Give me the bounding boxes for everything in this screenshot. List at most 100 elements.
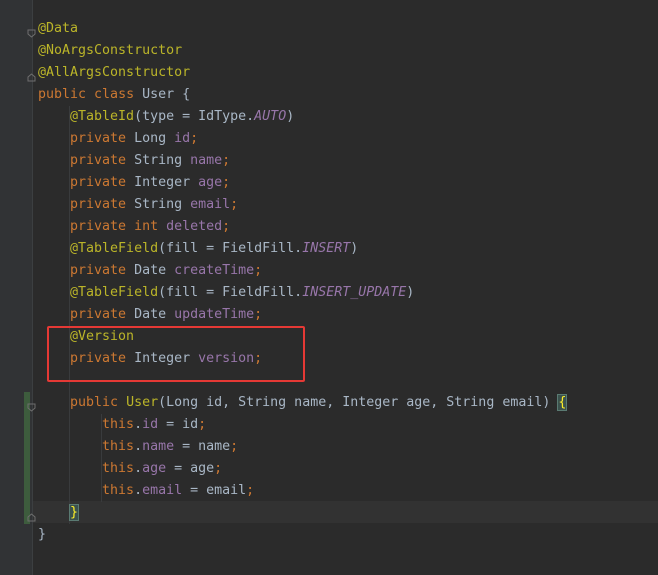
code-line[interactable]: public class User { [38,84,190,106]
code-token: Date [134,263,175,278]
code-token: @NoArgsConstructor [38,43,183,58]
code-token: private [38,219,135,234]
code-token: Long [134,131,175,146]
code-token: User [126,395,159,410]
code-token: ; [190,131,199,146]
code-token: User { [142,87,191,102]
code-token: = email [182,483,247,498]
code-token: deleted [166,219,223,234]
code-token: ; [222,175,231,190]
code-token: @TableField [38,285,159,300]
code-token: name [142,439,175,454]
code-line[interactable]: } [38,524,46,546]
code-line[interactable]: @NoArgsConstructor [38,40,182,62]
fold-icon[interactable] [27,399,36,412]
code-token: INSERT [302,241,351,256]
code-token: private [38,263,135,278]
code-token: this [38,461,135,476]
code-line[interactable]: private String email; [38,194,238,216]
code-line[interactable]: private Long id; [38,128,198,150]
code-line[interactable]: @AllArgsConstructor [38,62,190,84]
code-token: ; [214,461,223,476]
code-token: @AllArgsConstructor [38,65,191,80]
code-token: . [134,483,143,498]
code-token: ; [222,219,231,234]
code-token: . [134,461,143,476]
code-token: this [38,417,135,432]
code-token: id [142,417,159,432]
code-line[interactable]: @TableId(type = IdType.AUTO) [38,106,294,128]
code-token: = age [166,461,215,476]
code-token: private [38,153,135,168]
code-token: (fill = FieldFill. [158,285,303,300]
code-token: ; [222,153,231,168]
code-line[interactable]: private Integer age; [38,172,230,194]
fold-icon[interactable] [27,69,36,82]
code-line[interactable]: private Date updateTime; [38,304,262,326]
code-token: = id [158,417,199,432]
code-token: ) [350,241,359,256]
code-token: this [38,439,135,454]
code-token: age [142,461,167,476]
code-token: String [134,153,191,168]
code-token: @Data [38,21,79,36]
code-token: (fill = FieldFill. [158,241,303,256]
code-token: private [38,175,135,190]
code-token: Date [134,307,175,322]
code-token: @TableId [38,109,135,124]
code-token: ; [230,439,239,454]
code-token: ; [198,417,207,432]
code-token: Integer [134,175,199,190]
code-token: ) [286,109,295,124]
code-token: (Long id, String name, Integer age, Stri… [158,395,559,410]
code-token: ; [254,307,263,322]
code-token: String [134,197,191,212]
code-token: = name [174,439,231,454]
code-token: ; [246,483,255,498]
code-line[interactable]: private int deleted; [38,216,230,238]
code-token: private [38,197,135,212]
code-token: INSERT_UPDATE [302,285,407,300]
code-token: AUTO [254,109,287,124]
code-line[interactable]: private Date createTime; [38,260,262,282]
code-line[interactable]: this.age = age; [38,458,222,480]
code-token: email [142,483,183,498]
code-line[interactable]: this.name = name; [38,436,238,458]
code-token: (type = IdType. [134,109,255,124]
code-token: updateTime [174,307,255,322]
code-token: public [38,395,127,410]
code-line[interactable]: this.id = id; [38,414,206,436]
caret-line-highlight [33,501,658,523]
code-token: . [134,439,143,454]
code-token: ) [406,285,415,300]
code-token: private [38,131,135,146]
code-line[interactable]: @TableField(fill = FieldFill.INSERT_UPDA… [38,282,414,304]
code-line[interactable]: this.email = email; [38,480,254,502]
code-token: ; [254,263,263,278]
code-token: } [69,504,80,521]
code-line[interactable]: public User(Long id, String name, Intege… [38,392,568,414]
code-line[interactable]: private String name; [38,150,230,172]
code-token: int [134,219,167,234]
code-token: ; [230,197,239,212]
code-token: name [190,153,223,168]
code-line[interactable]: @TableField(fill = FieldFill.INSERT) [38,238,358,260]
code-token: } [38,527,47,542]
code-editor[interactable]: @Data @NoArgsConstructor @AllArgsConstruct… [0,0,658,575]
code-token: createTime [174,263,255,278]
fold-icon[interactable] [27,509,36,522]
code-token: @TableField [38,241,159,256]
code-token: age [198,175,223,190]
fold-icon[interactable] [27,25,36,38]
code-line[interactable]: } [38,502,80,524]
code-token: public [38,87,95,102]
code-token: this [38,483,135,498]
code-token: { [557,394,568,411]
highlight-box [47,326,305,382]
code-token: . [134,417,143,432]
code-token: private [38,307,135,322]
code-line[interactable]: @Data [38,18,78,40]
code-token: id [174,131,191,146]
code-token: email [190,197,231,212]
